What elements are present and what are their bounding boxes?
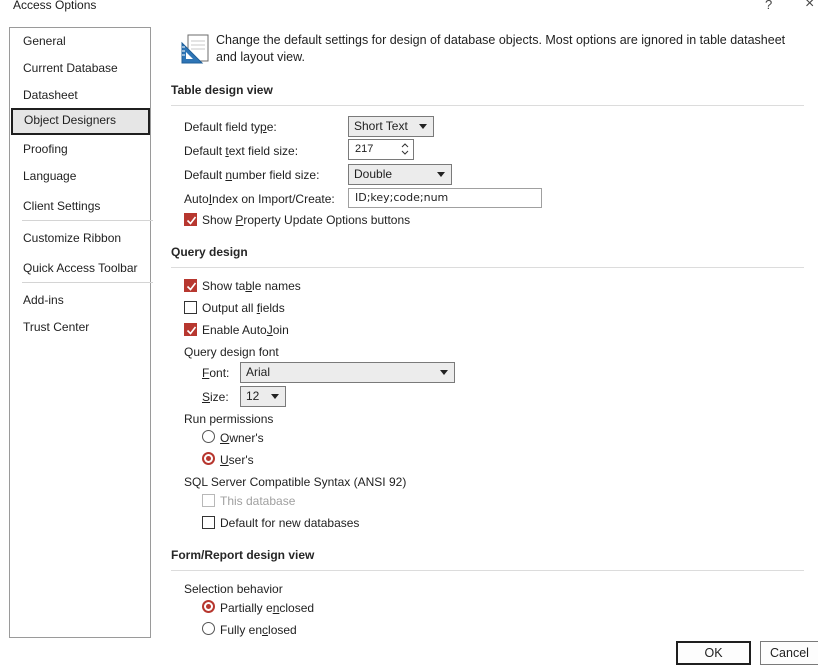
sidebar-item-datasheet[interactable]: Datasheet xyxy=(10,83,150,107)
enable-autojoin-label: Enable AutoJoin xyxy=(202,323,289,337)
size-select[interactable]: 12 xyxy=(240,386,286,407)
section-title-query-design: Query design xyxy=(171,245,248,259)
help-button[interactable]: ? xyxy=(765,0,772,12)
default-field-type-select[interactable]: Short Text xyxy=(348,116,434,137)
owners-radio[interactable] xyxy=(202,430,215,443)
chevron-down-icon xyxy=(419,124,427,129)
sidebar-item-customize-ribbon[interactable]: Customize Ribbon xyxy=(10,226,150,250)
show-table-names-label: Show table names xyxy=(202,279,301,293)
font-label: Font: xyxy=(202,366,230,380)
show-property-update-label: Show Property Update Options buttons xyxy=(202,213,411,227)
fully-enclosed-label: Fully enclosed xyxy=(220,623,297,637)
section-title-form-report: Form/Report design view xyxy=(171,548,315,562)
partially-enclosed-label: Partially enclosed xyxy=(220,601,315,615)
chevron-down-icon xyxy=(440,370,448,375)
sidebar-divider xyxy=(22,282,153,283)
section-divider xyxy=(171,570,804,571)
sidebar-item-quick-access-toolbar[interactable]: Quick Access Toolbar xyxy=(10,256,150,280)
intro-text: Change the default settings for design o… xyxy=(216,33,786,64)
users-radio[interactable] xyxy=(202,452,215,465)
ok-button[interactable]: OK xyxy=(676,641,751,665)
font-value: Arial xyxy=(246,365,271,379)
show-property-update-checkbox[interactable] xyxy=(184,213,197,226)
close-button[interactable]: × xyxy=(805,0,814,13)
enable-autojoin-checkbox[interactable] xyxy=(184,323,197,336)
default-number-field-size-label: Default number field size: xyxy=(184,168,320,182)
output-all-fields-checkbox[interactable] xyxy=(184,301,197,314)
spin-down-icon[interactable] xyxy=(400,149,410,158)
selection-behavior-label: Selection behavior xyxy=(184,582,283,596)
this-database-checkbox[interactable] xyxy=(202,494,215,507)
design-ruler-icon xyxy=(180,33,210,65)
size-value: 12 xyxy=(246,389,260,403)
fully-enclosed-radio[interactable] xyxy=(202,622,215,635)
sidebar: General Current Database Datasheet Objec… xyxy=(9,27,153,638)
section-divider xyxy=(171,267,804,268)
font-select[interactable]: Arial xyxy=(240,362,455,383)
sidebar-item-language[interactable]: Language xyxy=(10,164,150,188)
section-title-table-design: Table design view xyxy=(171,83,273,97)
size-label: Size: xyxy=(202,390,229,404)
autoindex-label: AutoIndex on Import/Create: xyxy=(184,192,335,206)
sidebar-item-object-designers[interactable]: Object Designers xyxy=(11,108,150,135)
default-text-field-size-label: Default text field size: xyxy=(184,144,299,158)
show-table-names-checkbox[interactable] xyxy=(184,279,197,292)
this-database-label: This database xyxy=(220,494,296,508)
users-label: User's xyxy=(220,453,254,467)
default-new-databases-label: Default for new databases xyxy=(220,516,360,530)
owners-label: Owner's xyxy=(220,431,264,445)
output-all-fields-label: Output all fields xyxy=(202,301,285,315)
sidebar-item-proofing[interactable]: Proofing xyxy=(10,137,150,161)
partially-enclosed-radio[interactable] xyxy=(202,600,215,613)
chevron-down-icon xyxy=(437,172,445,177)
sidebar-item-add-ins[interactable]: Add-ins xyxy=(10,288,150,312)
access-options-dialog: Access Options ? × General Current Datab… xyxy=(0,0,818,668)
default-text-field-size-value: 217 xyxy=(355,143,374,155)
sidebar-item-trust-center[interactable]: Trust Center xyxy=(10,315,150,339)
run-permissions-label: Run permissions xyxy=(184,412,274,426)
default-field-type-label: Default field type: xyxy=(184,120,277,134)
chevron-down-icon xyxy=(271,394,279,399)
sidebar-item-general[interactable]: General xyxy=(10,29,150,53)
sidebar-divider xyxy=(22,220,153,221)
default-new-databases-checkbox[interactable] xyxy=(202,516,215,529)
default-text-field-size-stepper[interactable]: 217 xyxy=(348,139,414,160)
default-number-field-size-select[interactable]: Double xyxy=(348,164,452,185)
sidebar-item-current-database[interactable]: Current Database xyxy=(10,56,150,80)
section-divider xyxy=(171,105,804,106)
query-design-font-label: Query design font xyxy=(184,345,279,359)
window-title: Access Options xyxy=(13,0,97,12)
default-field-type-value: Short Text xyxy=(354,119,408,133)
sidebar-item-client-settings[interactable]: Client Settings xyxy=(10,194,150,218)
default-number-field-size-value: Double xyxy=(354,167,393,181)
autoindex-input[interactable]: ID;key;code;num xyxy=(348,188,542,208)
sql-syntax-label: SQL Server Compatible Syntax (ANSI 92) xyxy=(184,475,407,489)
cancel-button[interactable]: Cancel xyxy=(760,641,818,665)
